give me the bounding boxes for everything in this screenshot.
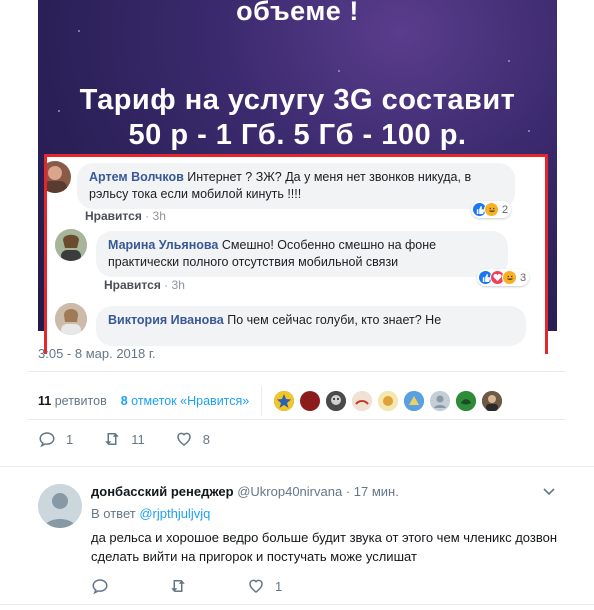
- like-link[interactable]: Нравится: [85, 209, 142, 223]
- likes-stat[interactable]: 8 отметок «Нравится»: [121, 394, 250, 408]
- like-count: 8: [202, 431, 210, 447]
- comment-author[interactable]: Виктория Иванова: [108, 313, 224, 327]
- reply-header: донбасский ренеджер @Ukrop40nirvana · 17…: [91, 484, 399, 499]
- tweet-action-bar: 1 11 8: [38, 430, 240, 448]
- promo-text-line-2: Тариф на услугу 3G составит: [79, 84, 516, 116]
- reply-action-bar: 1: [91, 577, 312, 595]
- avatar[interactable]: [430, 391, 451, 411]
- reaction-count: 3: [520, 271, 527, 284]
- reply-count: 1: [66, 431, 74, 447]
- divider: [0, 466, 594, 467]
- reply-to-line: В ответ @rjpthjuljvjq: [91, 506, 210, 521]
- comment-bubble: Марина Ульянова Смешно! Особенно смешно …: [96, 231, 508, 277]
- reply-icon: [92, 579, 108, 595]
- like-button[interactable]: 1: [247, 577, 282, 595]
- divider: [28, 371, 566, 372]
- avatar[interactable]: [352, 391, 373, 411]
- reaction-count: 2: [502, 203, 509, 216]
- tweet-stats: 11 ретвитов 8 отметок «Нравится»: [38, 386, 508, 416]
- comment-bubble: Виктория Иванова По чем сейчас голуби, к…: [96, 306, 526, 346]
- haha-reaction-icon: [502, 270, 517, 285]
- haha-reaction-icon: [484, 202, 499, 217]
- like-link[interactable]: Нравится: [104, 278, 161, 292]
- retweets-stat[interactable]: 11 ретвитов: [38, 394, 107, 408]
- comment-time[interactable]: 3h: [153, 209, 166, 223]
- avatar[interactable]: [300, 391, 321, 411]
- retweet-button[interactable]: [169, 577, 197, 595]
- tweet-detail: объеме ! Тариф на услугу 3G составит 50 …: [0, 0, 594, 610]
- divider: [28, 419, 566, 420]
- comment-actions: Нравится · 3h: [85, 209, 166, 223]
- reply-time[interactable]: · 17 мин.: [346, 484, 399, 499]
- reply-text: да рельса и хорошое ведро больше будит з…: [91, 530, 558, 564]
- heart-icon: [249, 579, 263, 593]
- reply-button[interactable]: [91, 577, 119, 595]
- retweets-label: ретвитов: [54, 394, 107, 408]
- avatar[interactable]: [38, 484, 82, 528]
- author-name[interactable]: донбасский ренеджер: [91, 484, 234, 499]
- avatar[interactable]: [326, 391, 347, 411]
- avatar[interactable]: [404, 391, 425, 411]
- retweet-icon: [171, 580, 185, 592]
- retweet-count: 11: [131, 431, 145, 447]
- retweet-button[interactable]: 11: [103, 430, 145, 448]
- comment-text: По чем сейчас голуби, кто знает? Не: [227, 313, 442, 327]
- retweet-icon: [105, 433, 119, 445]
- highlighted-comments-box: Артем Волчков Интернет ? ЗЖ? Да у меня н…: [44, 154, 548, 354]
- comment-bubble: Артем Волчков Интернет ? ЗЖ? Да у меня н…: [77, 163, 515, 209]
- star-decoration: [78, 30, 80, 32]
- comment-actions: Нравится · 3h: [104, 278, 185, 292]
- comment-author[interactable]: Артем Волчков: [89, 170, 184, 184]
- comment-time[interactable]: 3h: [172, 278, 185, 292]
- avatar[interactable]: [482, 391, 503, 411]
- divider: [261, 386, 263, 416]
- retweets-count: 11: [38, 394, 52, 408]
- liker-avatars: [274, 391, 508, 411]
- star-decoration: [338, 70, 340, 72]
- reply-button[interactable]: 1: [38, 430, 73, 448]
- like-count: 1: [275, 578, 283, 594]
- star-decoration: [508, 60, 510, 62]
- likes-count: 8: [120, 394, 128, 408]
- divider: [0, 604, 594, 605]
- avatar: [47, 161, 71, 193]
- avatar[interactable]: [274, 391, 295, 411]
- promo-text-line-1: объеме !: [236, 0, 359, 26]
- avatar[interactable]: [378, 391, 399, 411]
- like-button[interactable]: 8: [175, 430, 210, 448]
- avatar: [55, 303, 87, 335]
- heart-icon: [176, 432, 191, 446]
- avatar: [55, 229, 87, 261]
- promo-text-line-3: 50 р - 1 Гб. 5 Гб - 100 р.: [128, 119, 467, 151]
- comment-author[interactable]: Марина Ульянова: [108, 238, 218, 252]
- reply-to-label: В ответ: [91, 506, 136, 521]
- chevron-down-icon[interactable]: [541, 483, 557, 499]
- reply-to-handle[interactable]: @rjpthjuljvjq: [139, 506, 210, 521]
- reactions-summary[interactable]: 3: [477, 269, 530, 286]
- author-handle[interactable]: @Ukrop40nirvana: [237, 484, 342, 499]
- likes-label: отметок «Нравится»: [131, 394, 250, 408]
- tweet-timestamp[interactable]: 3:05 - 8 мар. 2018 г.: [38, 346, 156, 361]
- reactions-summary[interactable]: 2: [471, 201, 512, 218]
- avatar[interactable]: [456, 391, 477, 411]
- reply-icon: [39, 432, 55, 448]
